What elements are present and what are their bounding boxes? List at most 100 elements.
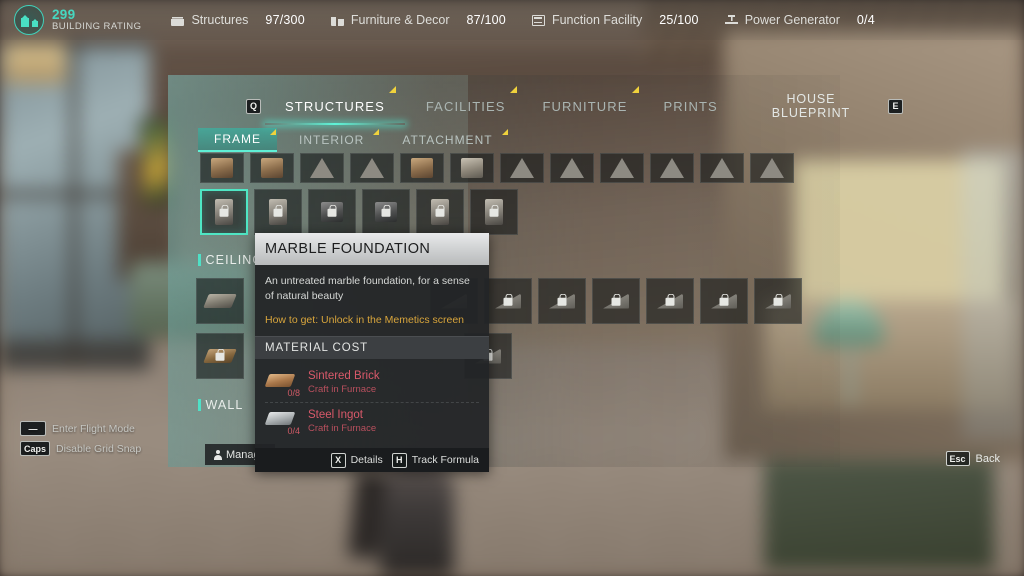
tab-structures[interactable]: STRUCTURES xyxy=(265,85,405,125)
stat-label: Function Facility xyxy=(551,13,643,27)
stat-structures: Structures 97/300 xyxy=(171,13,305,27)
lock-icon xyxy=(219,205,229,217)
subtab-label: INTERIOR xyxy=(299,133,365,147)
subtab-interior[interactable]: INTERIOR xyxy=(283,128,380,152)
grid-item[interactable] xyxy=(754,278,802,324)
grid-item[interactable] xyxy=(550,153,594,183)
building-rating-value: 299 xyxy=(52,6,76,22)
lock-icon xyxy=(557,294,567,306)
grid-item[interactable] xyxy=(362,189,410,235)
tab-corner-marker xyxy=(631,85,639,93)
person-icon xyxy=(214,449,222,460)
category-tab-bar: Q STRUCTURES FACILITIES FURNITURE PRINTS… xyxy=(168,85,904,125)
grid-item[interactable] xyxy=(500,153,544,183)
stat-label: Furniture & Decor xyxy=(350,13,450,27)
keyhint-grid-snap: Caps Disable Grid Snap xyxy=(20,441,141,456)
subtab-frame[interactable]: FRAME xyxy=(198,128,277,152)
tooltip-how-to-get: How to get: Unlock in the Memetics scree… xyxy=(265,313,464,326)
lock-icon xyxy=(773,294,783,306)
item-grid-row xyxy=(200,153,794,183)
track-formula-label: Track Formula xyxy=(411,454,479,467)
grid-item[interactable] xyxy=(200,153,244,183)
grid-item[interactable] xyxy=(538,278,586,324)
tab-prints[interactable]: PRINTS xyxy=(662,95,720,118)
track-formula-action[interactable]: H Track Formula xyxy=(391,452,479,468)
tab-label: FACILITIES xyxy=(425,98,506,114)
building-rating-label: BUILDING RATING xyxy=(52,21,142,33)
hud-top-bar: 299 BUILDING RATING Structures 97/300 Fu… xyxy=(0,0,1024,40)
subtab-attachment[interactable]: ATTACHMENT xyxy=(386,128,508,152)
grid-item[interactable] xyxy=(700,153,744,183)
material-cost-list: 0/8 Sintered Brick Craft in Furnace 0/4 … xyxy=(255,359,489,448)
back-key: Esc xyxy=(945,451,970,466)
grid-item[interactable] xyxy=(196,333,244,379)
item-thumbnail xyxy=(510,158,534,178)
building-rating-badge xyxy=(14,5,44,35)
subtab-corner-marker xyxy=(270,129,276,135)
key-hints: — Enter Flight Mode Caps Disable Grid Sn… xyxy=(20,421,141,456)
back-hint[interactable]: Esc Back xyxy=(945,451,1000,466)
blueprint-line2: BLUEPRINT xyxy=(771,106,851,120)
grid-item[interactable] xyxy=(350,153,394,183)
tooltip-body: An untreated marble foundation, for a se… xyxy=(255,265,489,336)
item-thumbnail xyxy=(211,158,233,178)
item-thumbnail xyxy=(710,158,734,178)
lock-icon xyxy=(435,205,445,217)
stat-value: 87/100 xyxy=(466,13,506,27)
lock-icon xyxy=(503,294,513,306)
grid-item-selected[interactable] xyxy=(200,189,248,235)
blueprint-line1: HOUSE xyxy=(786,91,836,106)
material-quantity: 0/8 xyxy=(287,387,300,398)
item-grid-row xyxy=(200,189,518,235)
grid-item[interactable] xyxy=(254,189,302,235)
keyhint-flight-mode: — Enter Flight Mode xyxy=(20,421,141,436)
grid-item[interactable] xyxy=(700,278,748,324)
grid-item[interactable] xyxy=(470,189,518,235)
lock-icon xyxy=(489,205,499,217)
details-label: Details xyxy=(350,454,383,467)
grid-item[interactable] xyxy=(646,278,694,324)
grid-item[interactable] xyxy=(400,153,444,183)
tab-house-blueprint[interactable]: HOUSE BLUEPRINT xyxy=(772,92,850,121)
grid-item[interactable] xyxy=(250,153,294,183)
tab-facilities[interactable]: FACILITIES xyxy=(424,85,517,118)
item-thumbnail xyxy=(360,158,384,178)
grid-item[interactable] xyxy=(308,189,356,235)
stat-value: 97/300 xyxy=(265,13,305,27)
item-grid-row xyxy=(196,278,244,324)
stat-value: 0/4 xyxy=(856,13,875,27)
item-thumbnail xyxy=(203,294,237,308)
furniture-icon xyxy=(330,14,344,26)
subtab-label: FRAME xyxy=(214,132,261,146)
grid-item[interactable] xyxy=(196,278,244,324)
material-quantity: 0/4 xyxy=(287,426,300,437)
category-label-ceiling: CEILING xyxy=(198,253,263,267)
grid-item[interactable] xyxy=(450,153,494,183)
lock-icon xyxy=(327,205,337,217)
grid-item[interactable] xyxy=(650,153,694,183)
material-row: 0/8 Sintered Brick Craft in Furnace xyxy=(264,364,479,402)
game-screen: 299 BUILDING RATING Structures 97/300 Fu… xyxy=(0,0,1024,576)
details-action[interactable]: X Details xyxy=(330,452,383,468)
material-name: Sintered Brick xyxy=(308,369,380,382)
tab-furniture[interactable]: FURNITURE xyxy=(541,85,639,118)
item-grid-row xyxy=(196,333,244,379)
grid-item[interactable] xyxy=(416,189,464,235)
tab-label: PRINTS xyxy=(663,98,718,114)
material-cost-header: MATERIAL COST xyxy=(255,335,489,359)
grid-item[interactable] xyxy=(484,278,532,324)
grid-item[interactable] xyxy=(300,153,344,183)
subtab-corner-marker xyxy=(373,129,380,135)
lock-icon xyxy=(665,294,675,306)
grid-item[interactable] xyxy=(592,278,640,324)
material-row: 0/4 Steel Ingot Craft in Furnace xyxy=(264,401,479,441)
building-rating-text: 299 BUILDING RATING xyxy=(52,6,142,33)
prev-tab-key[interactable]: Q xyxy=(246,98,262,114)
subtab-corner-marker xyxy=(501,129,508,135)
stat-label: Structures xyxy=(191,13,249,27)
flight-mode-label: Enter Flight Mode xyxy=(52,422,135,435)
grid-item[interactable] xyxy=(600,153,644,183)
grid-item[interactable] xyxy=(750,153,794,183)
stat-function-facility: Function Facility 25/100 xyxy=(531,13,699,27)
next-tab-key[interactable]: E xyxy=(888,98,904,114)
